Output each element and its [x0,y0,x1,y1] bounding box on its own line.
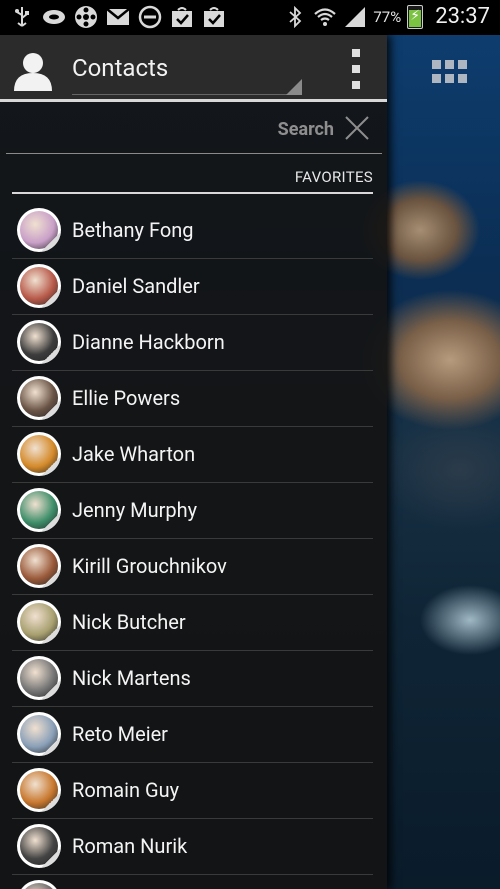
bag-check-icon [170,6,194,28]
contact-row[interactable]: Daniel Sandler [12,259,373,315]
contact-row[interactable]: Bethany Fong [12,203,373,259]
signal-icon [343,6,367,28]
contacts-drawer: Contacts Search FAVORITES Bethany Fong Da… [0,35,387,889]
contact-name: Bethany Fong [72,218,194,242]
contact-row[interactable]: Dianne Hackborn [12,315,373,371]
usb-icon [10,6,34,28]
dropdown-corner-icon [286,79,302,95]
battery-icon: ⚡ [407,4,424,29]
contact-row[interactable]: Reto Meier [12,707,373,763]
contact-avatar [17,208,61,252]
action-bar: Contacts [0,35,387,102]
contact-avatar [17,824,61,868]
search-field[interactable]: Search [6,103,382,154]
contact-avatar [17,600,61,644]
gmail-icon [106,6,130,28]
contact-name: Kirill Grouchnikov [72,554,227,578]
contact-avatar [17,488,61,532]
page-title[interactable]: Contacts [72,54,168,82]
spinner-underline [72,94,302,95]
contact-row[interactable]: Ellie Powers [12,371,373,427]
close-icon[interactable] [344,115,370,141]
contact-name: Nick Martens [72,666,191,690]
contact-name: Reto Meier [72,722,168,746]
contact-row[interactable]: Jenny Murphy [12,483,373,539]
status-bar: 77% ⚡ 23:37 [0,0,500,35]
bag-check-icon [202,6,226,28]
contact-name: Nick Butcher [72,610,186,634]
contact-avatar [17,376,61,420]
bluetooth-icon [283,5,307,28]
contact-list: Bethany Fong Daniel Sandler Dianne Hackbor… [12,203,373,889]
contact-name: Jake Wharton [72,442,196,466]
contact-name: Romain Guy [72,778,180,802]
contact-row[interactable]: Kirill Grouchnikov [12,539,373,595]
contact-row[interactable]: Jake Wharton [12,427,373,483]
contact-avatar [17,656,61,700]
contact-avatar [17,320,61,364]
contact-avatar [17,432,61,476]
contact-name: Roman Nurik [72,834,188,858]
contact-avatar [17,264,61,308]
person-icon[interactable] [12,49,54,91]
contact-avatar [17,712,61,756]
contact-row[interactable]: Roman Nurik [12,819,373,875]
contact-name: Dianne Hackborn [72,330,225,354]
contact-name: Ellie Powers [72,386,181,410]
contact-avatar [17,768,61,812]
overflow-menu-icon[interactable] [349,49,363,89]
favorites-header: FAVORITES [12,160,373,194]
contact-row[interactable] [12,875,373,889]
message-icon [42,6,66,28]
contact-row[interactable]: Nick Martens [12,651,373,707]
search-input[interactable]: Search [278,119,334,140]
media-icon [74,6,98,28]
contact-row[interactable]: Romain Guy [12,763,373,819]
contact-avatar [17,544,61,588]
wifi-icon [313,6,337,28]
app-grid-icon[interactable] [432,60,468,84]
contact-name: Daniel Sandler [72,274,200,298]
clock: 23:37 [435,4,490,29]
contact-name: Jenny Murphy [72,498,198,522]
contact-avatar [17,880,61,889]
contact-row[interactable]: Nick Butcher [12,595,373,651]
favorites-label: FAVORITES [294,168,373,186]
block-icon [138,5,162,29]
battery-percent: 77% [373,7,402,26]
